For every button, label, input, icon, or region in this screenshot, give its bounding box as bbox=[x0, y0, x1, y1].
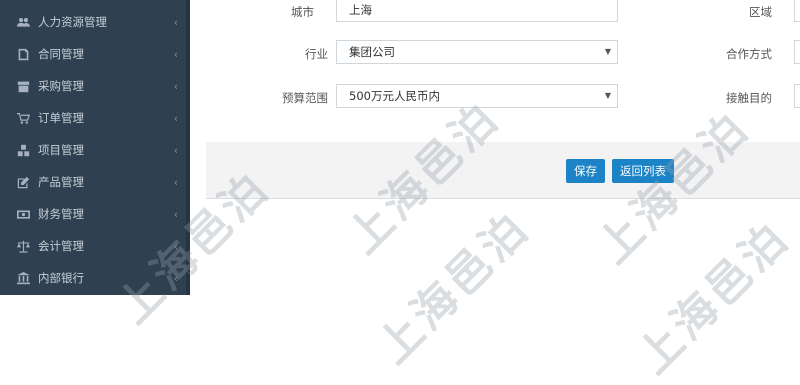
sidebar: 人力资源管理 ‹ 合同管理 ‹ 采购管理 ‹ 订单管理 ‹ 项目管理 ‹ 产品管… bbox=[0, 0, 190, 295]
sidebar-item-finance[interactable]: 财务管理 ‹ bbox=[0, 198, 190, 230]
sidebar-item-label: 产品管理 bbox=[38, 175, 84, 189]
back-to-list-button[interactable]: 返回列表 bbox=[612, 159, 674, 183]
sidebar-item-purchase[interactable]: 采购管理 ‹ bbox=[0, 70, 190, 102]
balance-scale-icon bbox=[16, 239, 30, 253]
district-input[interactable] bbox=[794, 0, 800, 22]
sidebar-item-label: 合同管理 bbox=[38, 47, 84, 61]
sidebar-item-label: 项目管理 bbox=[38, 143, 84, 157]
chevron-left-icon: ‹ bbox=[173, 207, 178, 221]
bank-icon bbox=[16, 271, 30, 285]
cubes-icon bbox=[16, 143, 30, 157]
form-panel: 城市 上海 区域 行业 集团公司 ▼ 合作方式 预算范围 500万元人民币内 ▼… bbox=[190, 0, 800, 295]
sidebar-item-contract[interactable]: 合同管理 ‹ bbox=[0, 38, 190, 70]
sidebar-item-accounting[interactable]: 会计管理 ‹ bbox=[0, 230, 190, 262]
chevron-left-icon: ‹ bbox=[173, 271, 178, 285]
industry-select[interactable]: 集团公司 ▼ bbox=[336, 40, 618, 64]
form-actions: 保存 返回列表 bbox=[206, 142, 800, 199]
chevron-left-icon: ‹ bbox=[173, 47, 178, 61]
sidebar-item-label: 订单管理 bbox=[38, 111, 84, 125]
industry-label: 行业 bbox=[305, 47, 328, 61]
sidebar-item-label: 内部银行 bbox=[38, 271, 84, 285]
chevron-left-icon: ‹ bbox=[173, 175, 178, 189]
budget-select-value: 500万元人民币内 bbox=[349, 89, 440, 103]
budget-select[interactable]: 500万元人民币内 ▼ bbox=[336, 84, 618, 108]
sidebar-item-orders[interactable]: 订单管理 ‹ bbox=[0, 102, 190, 134]
district-label: 区域 bbox=[749, 5, 772, 19]
sidebar-item-label: 人力资源管理 bbox=[38, 15, 107, 29]
industry-select-value: 集团公司 bbox=[349, 45, 395, 59]
sidebar-item-hr[interactable]: 人力资源管理 ‹ bbox=[0, 6, 190, 38]
sidebar-item-projects[interactable]: 项目管理 ‹ bbox=[0, 134, 190, 166]
contact-purpose-input[interactable] bbox=[794, 84, 800, 108]
money-icon bbox=[16, 207, 30, 221]
cart-icon bbox=[16, 111, 30, 125]
sidebar-item-label: 会计管理 bbox=[38, 239, 84, 253]
sidebar-item-products[interactable]: 产品管理 ‹ bbox=[0, 166, 190, 198]
caret-down-icon: ▼ bbox=[604, 91, 611, 100]
city-label: 城市 bbox=[291, 5, 314, 19]
save-button[interactable]: 保存 bbox=[566, 159, 605, 183]
caret-down-icon: ▼ bbox=[604, 47, 611, 56]
chevron-left-icon: ‹ bbox=[173, 15, 178, 29]
cooperation-select[interactable] bbox=[794, 40, 800, 64]
budget-label: 预算范围 bbox=[282, 91, 328, 105]
contact-purpose-label: 接触目的 bbox=[726, 91, 772, 105]
cooperation-label: 合作方式 bbox=[726, 47, 772, 61]
chevron-left-icon: ‹ bbox=[173, 111, 178, 125]
sidebar-item-internal-bank[interactable]: 内部银行 ‹ bbox=[0, 262, 190, 294]
edit-icon bbox=[16, 175, 30, 189]
chevron-left-icon: ‹ bbox=[173, 79, 178, 93]
users-icon bbox=[16, 15, 30, 29]
sidebar-item-label: 财务管理 bbox=[38, 207, 84, 221]
chevron-left-icon: ‹ bbox=[173, 143, 178, 157]
chevron-left-icon: ‹ bbox=[173, 239, 178, 253]
city-input[interactable]: 上海 bbox=[336, 0, 618, 22]
archive-icon bbox=[16, 79, 30, 93]
sidebar-item-label: 采购管理 bbox=[38, 79, 84, 93]
document-icon bbox=[16, 47, 30, 61]
